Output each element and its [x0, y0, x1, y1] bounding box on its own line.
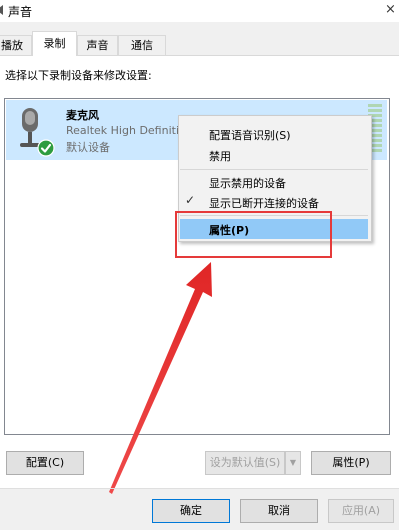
cancel-button[interactable]: 取消: [240, 499, 318, 523]
chevron-down-icon[interactable]: ▼: [285, 451, 301, 475]
ok-button[interactable]: 确定: [152, 499, 230, 523]
footer-divider: [0, 488, 399, 489]
configure-button[interactable]: 配置(C): [6, 451, 84, 475]
properties-button[interactable]: 属性(P): [311, 451, 391, 475]
set-default-button[interactable]: 设为默认值(S): [205, 451, 285, 475]
apply-button[interactable]: 应用(A): [328, 499, 394, 523]
